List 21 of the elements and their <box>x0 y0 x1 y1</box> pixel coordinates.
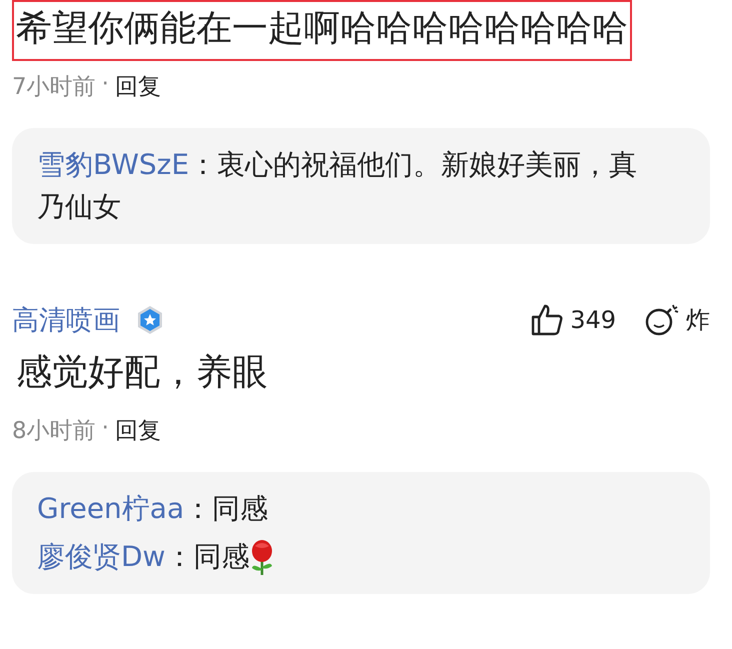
replies-card[interactable]: Green柠aa：同感 廖俊贤Dw：同感 <box>12 472 710 594</box>
reply-text: 廖俊贤Dw：同感 <box>37 538 250 575</box>
comment-text: 感觉好配，养眼 <box>15 350 269 395</box>
reply-username[interactable]: 廖俊贤Dw <box>37 540 166 573</box>
thumbs-up-icon[interactable] <box>530 304 564 336</box>
separator-dot: · <box>102 414 109 443</box>
reply-text: Green柠aa：同感 <box>37 490 270 527</box>
username[interactable]: 高清喷画 <box>12 302 120 338</box>
separator-dot: · <box>102 70 109 99</box>
bomb-icon[interactable] <box>644 302 680 337</box>
bomb-label[interactable]: 炸 <box>686 304 710 336</box>
reply-link[interactable]: 回复 <box>114 414 161 446</box>
replies-card[interactable]: 雪豹BWSzE：衷心的祝福他们。新娘好美丽，真乃仙女 <box>12 128 710 244</box>
like-count: 349 <box>570 306 616 334</box>
reply-link[interactable]: 回复 <box>114 70 161 102</box>
comment-text: 希望你俩能在一起啊哈哈哈哈哈哈哈哈 <box>12 0 632 61</box>
reply-text: 雪豹BWSzE：衷心的祝福他们。新娘好美丽，真乃仙女 <box>37 146 638 225</box>
timestamp: 7小时前 <box>12 72 96 102</box>
reply-username[interactable]: 雪豹BWSzE <box>37 148 190 181</box>
reply-username[interactable]: Green柠aa <box>37 492 184 525</box>
timestamp: 8小时前 <box>12 416 96 446</box>
